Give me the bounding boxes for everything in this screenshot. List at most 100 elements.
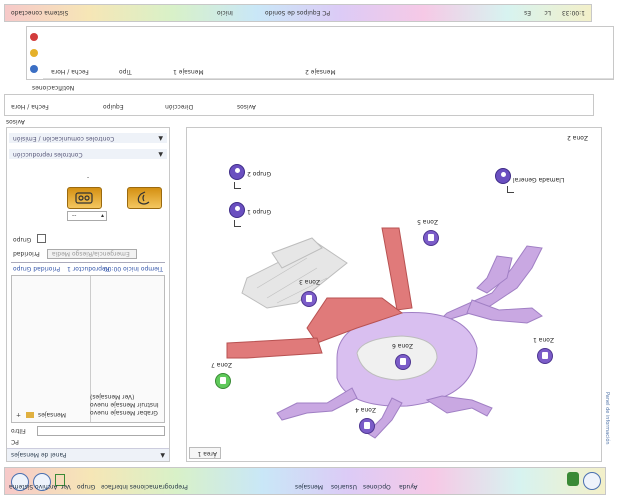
zone-6-node[interactable] — [395, 354, 411, 370]
menu-archivo[interactable]: Archivo — [35, 483, 57, 490]
info-icon[interactable] — [30, 65, 38, 73]
group-1-stand — [234, 220, 241, 227]
zone-5-label: Zona 5 — [417, 218, 438, 225]
user-icon[interactable] — [567, 472, 579, 486]
filter-label: Filtro — [11, 427, 26, 434]
map-area-tab-label: Área 1 — [197, 450, 217, 457]
events-tab[interactable]: Notificaciones — [30, 82, 100, 92]
info-panel-tab[interactable]: Panel de información — [604, 392, 614, 462]
messages-tree: + Mensajes — [12, 276, 91, 422]
section-communication-controls[interactable]: Controles comunicación / Emisión ▲ — [9, 133, 167, 143]
mode-select[interactable]: -- ▾ — [67, 211, 107, 221]
events-col-4[interactable]: Mensaje 2 — [305, 68, 336, 75]
messages-list[interactable]: + Mensajes Grabar Mensaje nuevo Instruir… — [11, 275, 165, 423]
zone-7-label: Zona 7 — [211, 361, 232, 368]
menu-preprogramaciones[interactable]: Preprogramaciones Interface — [101, 483, 188, 490]
menu-ayuda[interactable]: Ayuda — [399, 483, 418, 490]
status-value-2: Lc — [544, 9, 551, 16]
group-checkbox[interactable] — [37, 234, 46, 243]
group-1-label: Grupo 1 — [247, 208, 272, 215]
info-panel-tab-label: Panel de información — [604, 392, 610, 445]
group-2-icon[interactable] — [229, 164, 245, 180]
group-label: Grupo — [13, 236, 32, 243]
menu-grupo[interactable]: Grupo — [77, 483, 95, 490]
status-middle-text: PC Equipos de Sonido — [265, 9, 331, 16]
events-col-1[interactable]: Fecha / Hora — [51, 68, 89, 75]
status-left-text: Sistema conectado — [11, 9, 69, 16]
log-col-4[interactable]: Avisos — [237, 103, 256, 110]
zone-4-label: Zona 4 — [355, 406, 376, 413]
events-panel: Fecha / Hora Tipo Mensaje 1 Mensaje 2 — [26, 26, 614, 80]
instruct-new-message[interactable]: Instruir Mensaje nuevo — [90, 401, 159, 408]
status-strip: Sistema conectado PC Equipos de Sonido I… — [4, 4, 592, 22]
log-panel: Fecha / Hora Equipo Dirección Avisos — [4, 94, 594, 116]
log-tab-label: Avisos — [6, 118, 25, 125]
collapse-icon[interactable]: ▲ — [160, 452, 165, 459]
group-2-label: Grupo 2 — [247, 170, 272, 177]
concourse-south-west — [276, 387, 358, 421]
status-value-3: 1:00:33 — [561, 9, 585, 16]
zone-7-node[interactable] — [215, 373, 231, 389]
zone-5-node[interactable] — [423, 230, 439, 246]
priority-select[interactable]: Emergencia/Riesgo Media — [47, 249, 137, 259]
group-1-icon[interactable] — [229, 202, 245, 218]
warning-icon[interactable] — [30, 49, 38, 57]
messages-panel-title: Panel de Mensajes — [11, 451, 67, 458]
menu-ver[interactable]: Ver — [61, 483, 71, 490]
control-tabs: Prioridad Grupo Reproductor 1 Tiempo Ini… — [11, 262, 165, 273]
log-col-2[interactable]: Equipo — [103, 103, 124, 110]
cassette-icon — [75, 192, 93, 204]
events-col-2[interactable]: Tipo — [119, 68, 132, 75]
section-playback-label: Controles reproducción — [13, 151, 83, 158]
map-panel[interactable]: Zona 5 Zona 3 Zona 6 Zona 1 Zona 4 Zona … — [186, 127, 602, 462]
error-icon[interactable] — [30, 33, 38, 41]
priority-label: Prioridad — [13, 250, 40, 257]
general-call-icon[interactable] — [495, 168, 511, 184]
events-tab-label: Notificaciones — [32, 84, 75, 91]
red-zone-north — [381, 227, 413, 311]
menu-opciones[interactable]: Opciones — [363, 483, 391, 490]
section-playback-controls[interactable]: Controles reproducción ▲ — [9, 149, 167, 159]
section-communication-label: Controles comunicación / Emisión — [13, 135, 115, 142]
log-tab[interactable]: Avisos — [4, 117, 44, 126]
menu-mensajes[interactable]: Mensajes — [295, 483, 323, 490]
map-area-tab[interactable]: Área 1 — [189, 447, 221, 459]
zone-2-label: Zona 2 — [567, 134, 588, 141]
record-new-message[interactable]: Grabar Mensaje nuevo — [90, 409, 158, 416]
help-icon[interactable] — [583, 472, 601, 490]
events-col-3[interactable]: Mensaje 1 — [173, 68, 204, 75]
status-right-text: Inicio — [217, 9, 233, 16]
group-2-stand — [234, 182, 241, 189]
play-message-button[interactable] — [67, 187, 102, 209]
menu-sistema[interactable]: Sistema — [9, 483, 33, 490]
menu-usuarios[interactable]: Usuarios — [331, 483, 357, 490]
messages-actions: Grabar Mensaje nuevo Instruir Mensaje nu… — [86, 276, 164, 422]
zone-4-node[interactable] — [359, 418, 375, 434]
expand-icon[interactable]: + — [16, 411, 21, 418]
messages-panel: Panel de Mensajes ▲ PC Filtro + Mensajes… — [6, 127, 170, 462]
menu-bar: Sistema Archivo Ver Grupo Preprogramacio… — [4, 467, 606, 495]
concourse-south-east — [425, 395, 493, 417]
filter-input[interactable] — [37, 426, 165, 436]
mode-select-value: -- — [72, 212, 77, 219]
log-col-3[interactable]: Dirección — [165, 103, 193, 110]
folder-icon — [26, 412, 34, 418]
microphone-icon — [137, 191, 150, 205]
messages-tree-label[interactable]: Mensajes — [38, 411, 66, 418]
red-zone-west — [226, 337, 323, 359]
collapse-playback-icon[interactable]: ▲ — [158, 151, 163, 158]
zone-3-node[interactable] — [301, 291, 317, 307]
messages-panel-header: Panel de Mensajes ▲ — [7, 448, 169, 461]
separator-dash: - — [87, 174, 90, 181]
general-call-label: Llamada General — [513, 176, 565, 183]
zone-1-node[interactable] — [537, 348, 553, 364]
tab-start-time[interactable]: Tiempo Inicio 00:00 — [104, 265, 163, 272]
status-value-1: Es — [524, 9, 531, 16]
log-col-1[interactable]: Fecha / Hora — [11, 103, 49, 110]
collapse-communication-icon[interactable]: ▲ — [158, 135, 163, 142]
live-announce-button[interactable] — [127, 187, 162, 209]
tab-priority-group[interactable]: Prioridad Grupo — [13, 265, 60, 272]
general-call-stand — [507, 186, 514, 193]
priority-value: Emergencia/Riesgo Media — [52, 250, 130, 257]
view-messages[interactable]: (Ver Mensajes) — [90, 393, 134, 400]
